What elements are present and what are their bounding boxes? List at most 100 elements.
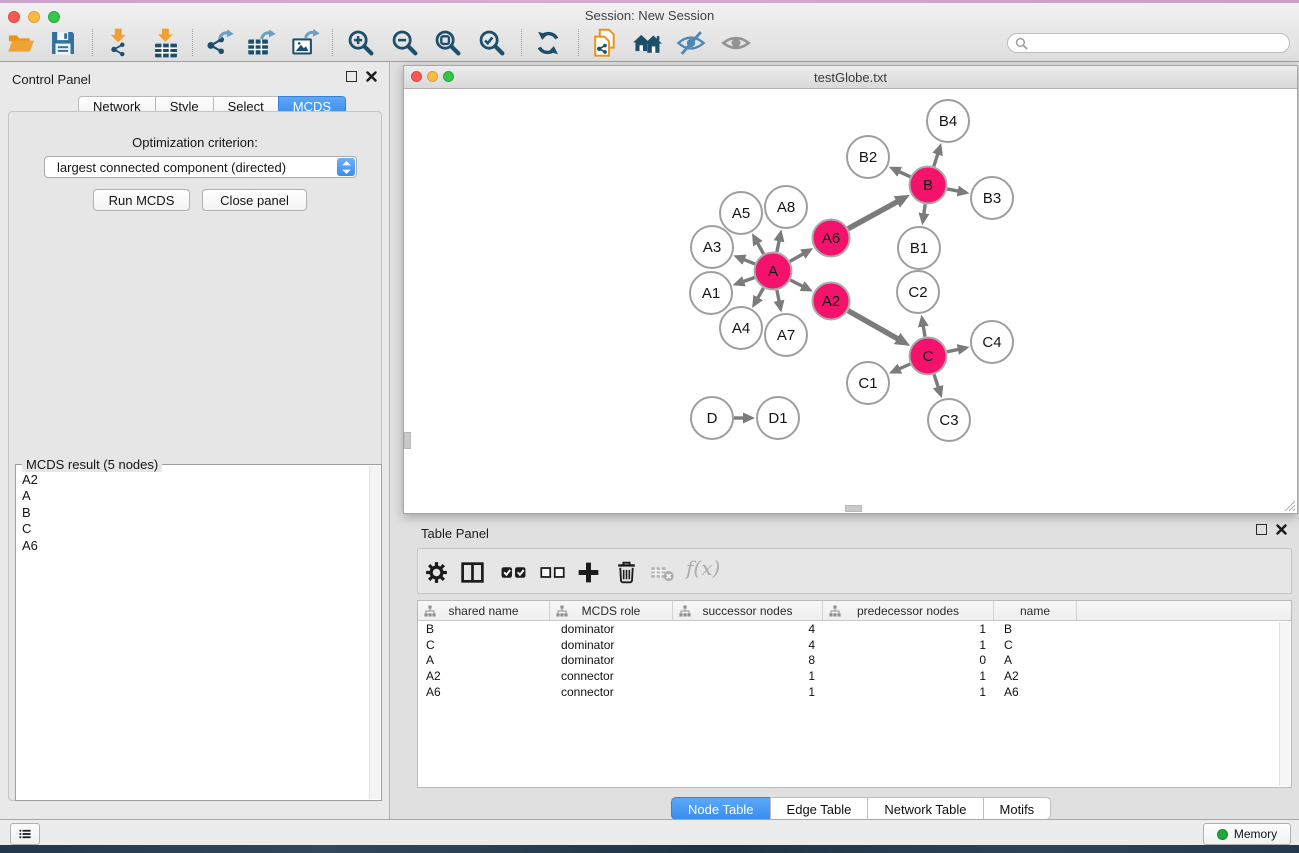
delete-table-button[interactable] xyxy=(645,555,679,589)
mcds-result-item[interactable]: A xyxy=(22,488,367,504)
table-cell[interactable]: A6 xyxy=(418,685,550,699)
graph-node-B2[interactable]: B2 xyxy=(847,136,889,178)
zoom-out-button[interactable] xyxy=(387,26,423,60)
vertical-scroll-thumb[interactable] xyxy=(404,432,411,449)
delete-column-button[interactable] xyxy=(609,555,643,589)
column-header-predecessor-nodes[interactable]: predecessor nodes xyxy=(823,601,994,620)
graph-edge-A-A4[interactable] xyxy=(758,288,764,298)
task-history-button[interactable] xyxy=(10,823,40,845)
export-image-button[interactable] xyxy=(287,26,323,60)
tab-edge-table[interactable]: Edge Table xyxy=(770,797,869,820)
graph-node-C1[interactable]: C1 xyxy=(847,362,889,404)
graph-node-A[interactable]: A xyxy=(755,253,792,290)
table-row[interactable]: A2connector11A2 xyxy=(418,668,1291,684)
table-cell[interactable]: 8 xyxy=(673,653,823,667)
close-panel-icon[interactable] xyxy=(1276,524,1287,535)
column-header-MCDS-role[interactable]: MCDS role xyxy=(550,601,673,620)
table-cell[interactable]: 1 xyxy=(823,685,994,699)
graph-node-A2[interactable]: A2 xyxy=(813,283,850,320)
graph-edge-A2-C[interactable] xyxy=(848,311,898,339)
save-session-button[interactable] xyxy=(45,26,81,60)
table-cell[interactable]: 1 xyxy=(673,685,823,699)
zoom-selected-button[interactable] xyxy=(474,26,510,60)
new-network-from-selection-button[interactable] xyxy=(587,26,623,60)
search-input[interactable] xyxy=(1032,35,1289,51)
function-builder-button[interactable]: f(x) xyxy=(686,556,720,580)
split-panel-button[interactable] xyxy=(455,555,489,589)
graph-node-B[interactable]: B xyxy=(910,167,947,204)
mcds-result-item[interactable]: A6 xyxy=(22,538,367,554)
table-cell[interactable]: A xyxy=(994,653,1077,667)
network-canvas[interactable]: AA1A2A3A4A5A6A7A8BB1B2B3B4CC1C2C3C4DD1 xyxy=(404,89,1297,513)
tab-motifs[interactable]: Motifs xyxy=(983,797,1052,820)
table-cell[interactable]: 1 xyxy=(823,638,994,652)
graph-node-B4[interactable]: B4 xyxy=(927,100,969,142)
graph-edge-B-B4[interactable] xyxy=(934,154,938,167)
tab-node-table[interactable]: Node Table xyxy=(671,797,771,820)
import-network-button[interactable] xyxy=(102,26,138,60)
zoom-fit-button[interactable] xyxy=(430,26,466,60)
table-cell[interactable]: 1 xyxy=(673,669,823,683)
graph-edge-A-A8[interactable] xyxy=(777,240,779,252)
create-column-button[interactable] xyxy=(571,555,605,589)
resize-grip[interactable] xyxy=(1283,499,1296,512)
graph-node-A3[interactable]: A3 xyxy=(691,226,733,268)
table-cell[interactable]: A xyxy=(418,653,550,667)
graph-edge-A-A6[interactable] xyxy=(790,254,804,262)
open-session-button[interactable] xyxy=(3,26,39,60)
table-cell[interactable]: C xyxy=(418,638,550,652)
table-cell[interactable]: A2 xyxy=(994,669,1077,683)
unselect-all-columns-button[interactable] xyxy=(535,555,569,589)
table-row[interactable]: Cdominator41C xyxy=(418,637,1291,653)
graph-edge-B-B1[interactable] xyxy=(924,204,925,214)
close-panel-icon[interactable] xyxy=(366,71,377,82)
graph-edge-C-C1[interactable] xyxy=(899,364,910,369)
table-cell[interactable]: B xyxy=(418,622,550,636)
network-window-titlebar[interactable]: testGlobe.txt xyxy=(404,66,1297,89)
zoom-in-button[interactable] xyxy=(343,26,379,60)
column-header-shared-name[interactable]: shared name xyxy=(418,601,550,620)
graph-edge-C-C2[interactable] xyxy=(923,326,925,337)
table-cell[interactable]: 0 xyxy=(823,653,994,667)
mcds-result-item[interactable]: A2 xyxy=(22,472,367,488)
graph-edge-B-B2[interactable] xyxy=(899,171,911,176)
graph-edge-A-A5[interactable] xyxy=(757,243,763,254)
table-cell[interactable]: C xyxy=(994,638,1077,652)
table-scrollbar[interactable] xyxy=(1279,622,1290,786)
table-cell[interactable]: 1 xyxy=(823,669,994,683)
graph-edge-A-A3[interactable] xyxy=(744,259,755,264)
graph-node-C4[interactable]: C4 xyxy=(971,321,1013,363)
graph-node-B1[interactable]: B1 xyxy=(898,227,940,269)
export-table-button[interactable] xyxy=(243,26,279,60)
table-cell[interactable]: A2 xyxy=(418,669,550,683)
column-header-name[interactable]: name xyxy=(994,601,1077,620)
table-cell[interactable]: A6 xyxy=(994,685,1077,699)
graph-node-B3[interactable]: B3 xyxy=(971,177,1013,219)
table-cell[interactable]: dominator xyxy=(550,653,673,667)
table-settings-button[interactable] xyxy=(419,555,453,589)
table-cell[interactable]: dominator xyxy=(550,622,673,636)
graph-node-D1[interactable]: D1 xyxy=(757,397,799,439)
optimization-criterion-select[interactable]: largest connected component (directed) xyxy=(44,156,357,178)
graph-node-C3[interactable]: C3 xyxy=(928,399,970,441)
graph-node-C[interactable]: C xyxy=(910,338,947,375)
memory-button[interactable]: Memory xyxy=(1203,823,1291,845)
graph-node-A5[interactable]: A5 xyxy=(720,192,762,234)
graph-node-D[interactable]: D xyxy=(691,397,733,439)
table-row[interactable]: Adominator80A xyxy=(418,652,1291,668)
graph-node-C2[interactable]: C2 xyxy=(897,271,939,313)
first-neighbors-button[interactable] xyxy=(629,26,665,60)
float-panel-icon[interactable] xyxy=(346,71,357,82)
table-cell[interactable]: 4 xyxy=(673,638,823,652)
table-row[interactable]: Bdominator41B xyxy=(418,621,1291,637)
table-row[interactable]: A6connector11A6 xyxy=(418,684,1291,700)
table-cell[interactable]: dominator xyxy=(550,638,673,652)
apply-layout-button[interactable] xyxy=(530,26,566,60)
graph-node-A4[interactable]: A4 xyxy=(720,307,762,349)
graph-edge-B-B3[interactable] xyxy=(947,189,959,191)
table-cell[interactable]: connector xyxy=(550,669,673,683)
graph-node-A7[interactable]: A7 xyxy=(765,314,807,356)
tab-network-table[interactable]: Network Table xyxy=(867,797,983,820)
import-table-button[interactable] xyxy=(148,26,184,60)
graph-node-A1[interactable]: A1 xyxy=(690,272,732,314)
